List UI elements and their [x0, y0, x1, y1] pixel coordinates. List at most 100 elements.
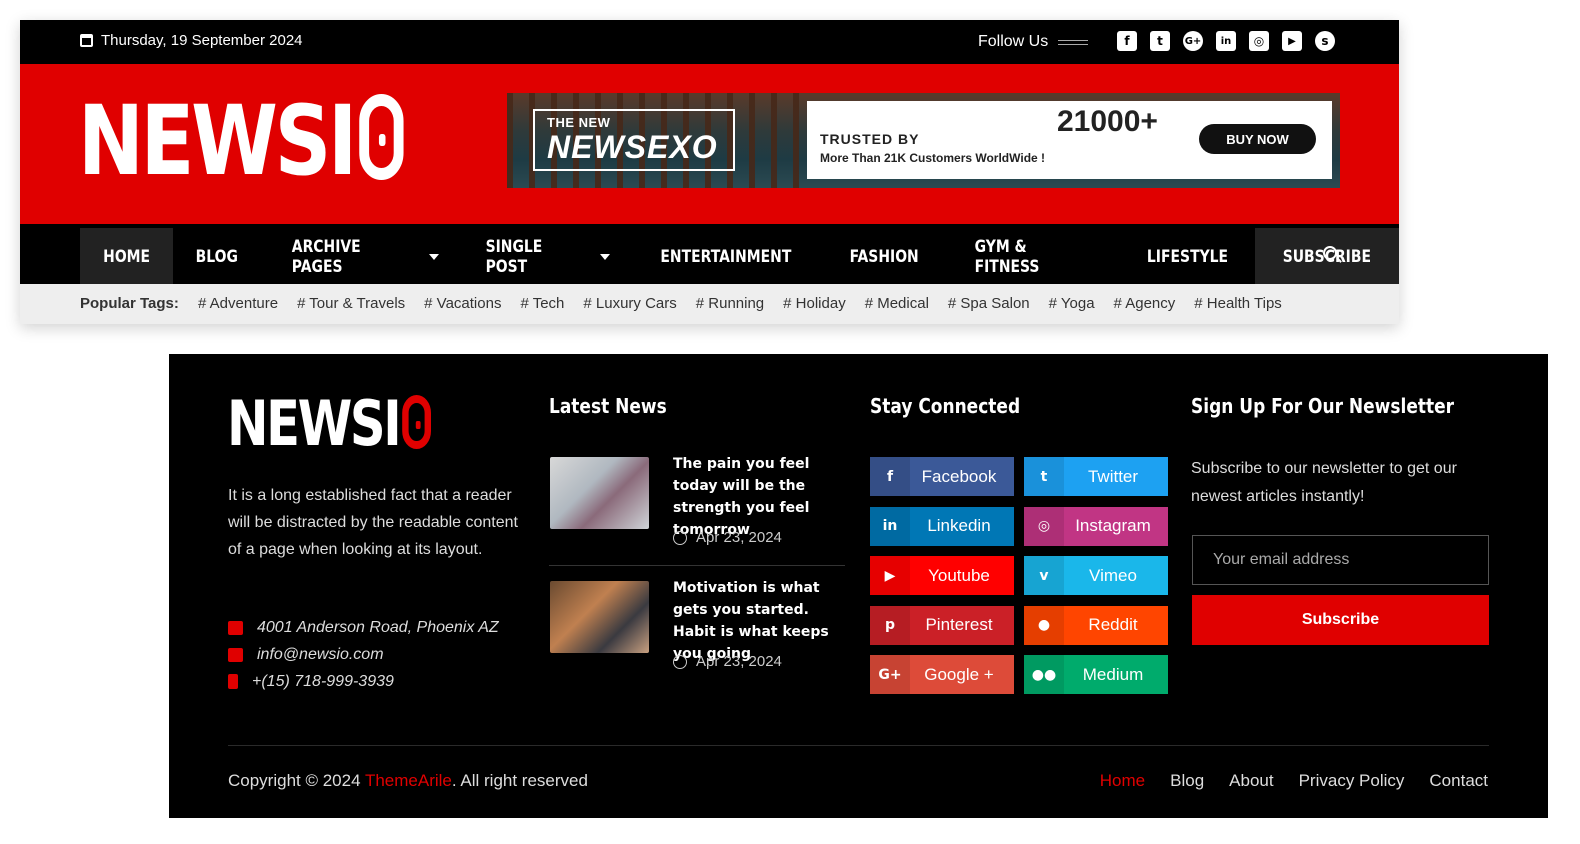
nav-item-blog[interactable]: BLOG	[173, 228, 261, 286]
phone-text[interactable]: +(15) 718-999-3939	[252, 673, 394, 691]
ad-trusted: TRUSTED BY	[820, 131, 920, 147]
social-button-medium[interactable]: ●● Medium	[1024, 655, 1168, 694]
skype-icon[interactable]: s	[1315, 31, 1335, 51]
instagram-icon[interactable]: ◎	[1249, 31, 1269, 51]
ad-small-text: THE NEW	[547, 115, 611, 130]
social-button-label: Reddit	[1088, 615, 1138, 634]
footer-about: It is a long established fact that a rea…	[228, 487, 518, 558]
footer-link-blog[interactable]: Blog	[1170, 771, 1204, 791]
tag-link[interactable]: # Yoga	[1049, 295, 1095, 312]
copyright-brand-link[interactable]: ThemeArile	[365, 771, 452, 790]
news-divider	[549, 565, 845, 566]
footer-logo[interactable]: NEWSI	[227, 389, 432, 459]
nav-item-archive-pages[interactable]: ARCHIVE PAGES	[261, 228, 457, 286]
reddit-icon: ●	[1024, 605, 1064, 645]
google-plus-icon[interactable]: G+	[1183, 31, 1203, 51]
nav-item-label: LIFESTYLE	[1147, 247, 1229, 267]
tags-label: Popular Tags:	[80, 295, 179, 312]
date-text: Thursday, 19 September 2024	[101, 32, 303, 49]
nav-item-lifestyle[interactable]: LIFESTYLE	[1120, 228, 1255, 286]
tag-link[interactable]: # Tour & Travels	[297, 295, 405, 312]
subscribe-button[interactable]: Subscribe	[1192, 595, 1489, 645]
social-button-pinterest[interactable]: p Pinterest	[870, 605, 1014, 645]
email-text[interactable]: info@newsio.com	[257, 646, 384, 664]
news-title[interactable]: Motivation is what gets you started. Hab…	[673, 577, 848, 665]
tag-link[interactable]: # Running	[696, 295, 764, 312]
logo-o-mark	[358, 94, 404, 180]
tag-link[interactable]: # Holiday	[783, 295, 846, 312]
footer-link-home[interactable]: Home	[1100, 771, 1145, 791]
ad-info-panel: TRUSTED BY More Than 21K Customers World…	[807, 101, 1332, 179]
ad-banner[interactable]: THE NEW NEWSEXO TRUSTED BY More Than 21K…	[507, 93, 1340, 188]
stay-connected-title: Stay Connected	[870, 394, 1021, 418]
copyright: Copyright © 2024 ThemeArile. All right r…	[228, 771, 588, 791]
linkedin-icon[interactable]: in	[1216, 31, 1236, 51]
nav-item-label: GYM & FITNESS	[974, 237, 1040, 277]
address-text: 4001 Anderson Road, Phoenix AZ	[257, 618, 499, 636]
nav-item-fashion[interactable]: FASHION	[824, 228, 944, 286]
calendar-icon	[80, 34, 93, 47]
social-button-twitter[interactable]: t Twitter	[1024, 457, 1168, 496]
nav-item-single-post[interactable]: SINGLE POST	[457, 228, 629, 286]
social-button-instagram[interactable]: ◎ Instagram	[1024, 506, 1168, 546]
search-icon[interactable]	[1323, 246, 1337, 260]
tag-link[interactable]: # Spa Salon	[948, 295, 1030, 312]
social-button-label: Medium	[1082, 664, 1144, 684]
pinterest-icon: p	[870, 605, 910, 645]
nav-item-entertainment[interactable]: ENTERTAINMENT	[628, 228, 824, 286]
news-thumbnail[interactable]	[550, 581, 649, 653]
envelope-icon	[228, 647, 243, 662]
social-button-reddit[interactable]: ● Reddit	[1024, 605, 1168, 645]
footer-links: Home Blog About Privacy Policy Contact	[1100, 771, 1488, 791]
social-button-youtube[interactable]: ▶ Youtube	[870, 556, 1014, 595]
site-footer: NEWSI It is a long established fact that…	[169, 354, 1548, 818]
social-button-label: Google +	[924, 664, 994, 684]
nav-item-gym-fitness[interactable]: GYM & FITNESS	[944, 228, 1120, 286]
chevron-down-icon	[428, 254, 439, 260]
tag-link[interactable]: # Luxury Cars	[583, 295, 676, 312]
tag-link[interactable]: # Medical	[865, 295, 929, 312]
footer-link-about[interactable]: About	[1229, 771, 1273, 791]
news-title[interactable]: The pain you feel today will be the stre…	[673, 453, 848, 541]
clock-icon	[673, 654, 687, 669]
social-button-label: Twitter	[1087, 466, 1139, 486]
footer-link-contact[interactable]: Contact	[1429, 771, 1488, 791]
twitter-icon[interactable]: t	[1150, 31, 1170, 51]
nav-item-label: SINGLE POST	[485, 237, 543, 277]
ad-count: 21000+	[1057, 105, 1158, 138]
newsletter-text: Subscribe to our newsletter to get our n…	[1191, 460, 1457, 505]
chevron-down-icon	[600, 254, 611, 260]
ad-customers: More Than 21K Customers WorldWide !	[820, 151, 1046, 165]
tag-link[interactable]: # Adventure	[198, 295, 278, 312]
nav-item-label: ENTERTAINMENT	[660, 247, 792, 267]
tag-link[interactable]: # Health Tips	[1194, 295, 1282, 312]
social-button-facebook[interactable]: f Facebook	[870, 457, 1014, 496]
linkedin-icon: in	[870, 506, 910, 546]
ad-brand-box: THE NEW NEWSEXO	[533, 109, 735, 171]
footer-link-privacy-policy[interactable]: Privacy Policy	[1299, 771, 1405, 791]
site-logo[interactable]: NEWSI	[78, 86, 404, 196]
social-button-linkedin[interactable]: in Linkedin	[870, 506, 1014, 546]
main-nav: HOME BLOG ARCHIVE PAGES SINGLE POST ENTERTAI…	[20, 224, 1399, 286]
nav-item-home[interactable]: HOME	[80, 228, 174, 286]
phone-icon	[228, 674, 238, 689]
youtube-icon[interactable]: ▶	[1282, 31, 1302, 51]
buy-now-button[interactable]: BUY NOW	[1199, 124, 1316, 154]
google-icon: G+	[870, 655, 910, 694]
newsletter-title: Sign Up For Our Newsletter	[1191, 394, 1455, 418]
twitter-icon: t	[1024, 457, 1064, 496]
footer-divider	[228, 745, 1489, 746]
social-button-google[interactable]: G+ Google +	[870, 655, 1014, 694]
youtube-icon: ▶	[870, 556, 910, 595]
news-date-text: Apr 23, 2024	[696, 529, 782, 546]
facebook-icon[interactable]: f	[1117, 31, 1137, 51]
tag-link[interactable]: # Agency	[1114, 295, 1176, 312]
social-button-vimeo[interactable]: v Vimeo	[1024, 556, 1168, 595]
tag-link[interactable]: # Tech	[520, 295, 564, 312]
news-thumbnail[interactable]	[550, 457, 649, 529]
tag-link[interactable]: # Vacations	[424, 295, 501, 312]
site-header: Thursday, 19 September 2024 Follow Us f …	[20, 20, 1399, 324]
newsletter-email-input[interactable]	[1192, 535, 1489, 585]
social-button-label: Linkedin	[927, 516, 991, 535]
nav-menu: HOME BLOG ARCHIVE PAGES SINGLE POST ENTERTAI…	[80, 228, 1399, 288]
